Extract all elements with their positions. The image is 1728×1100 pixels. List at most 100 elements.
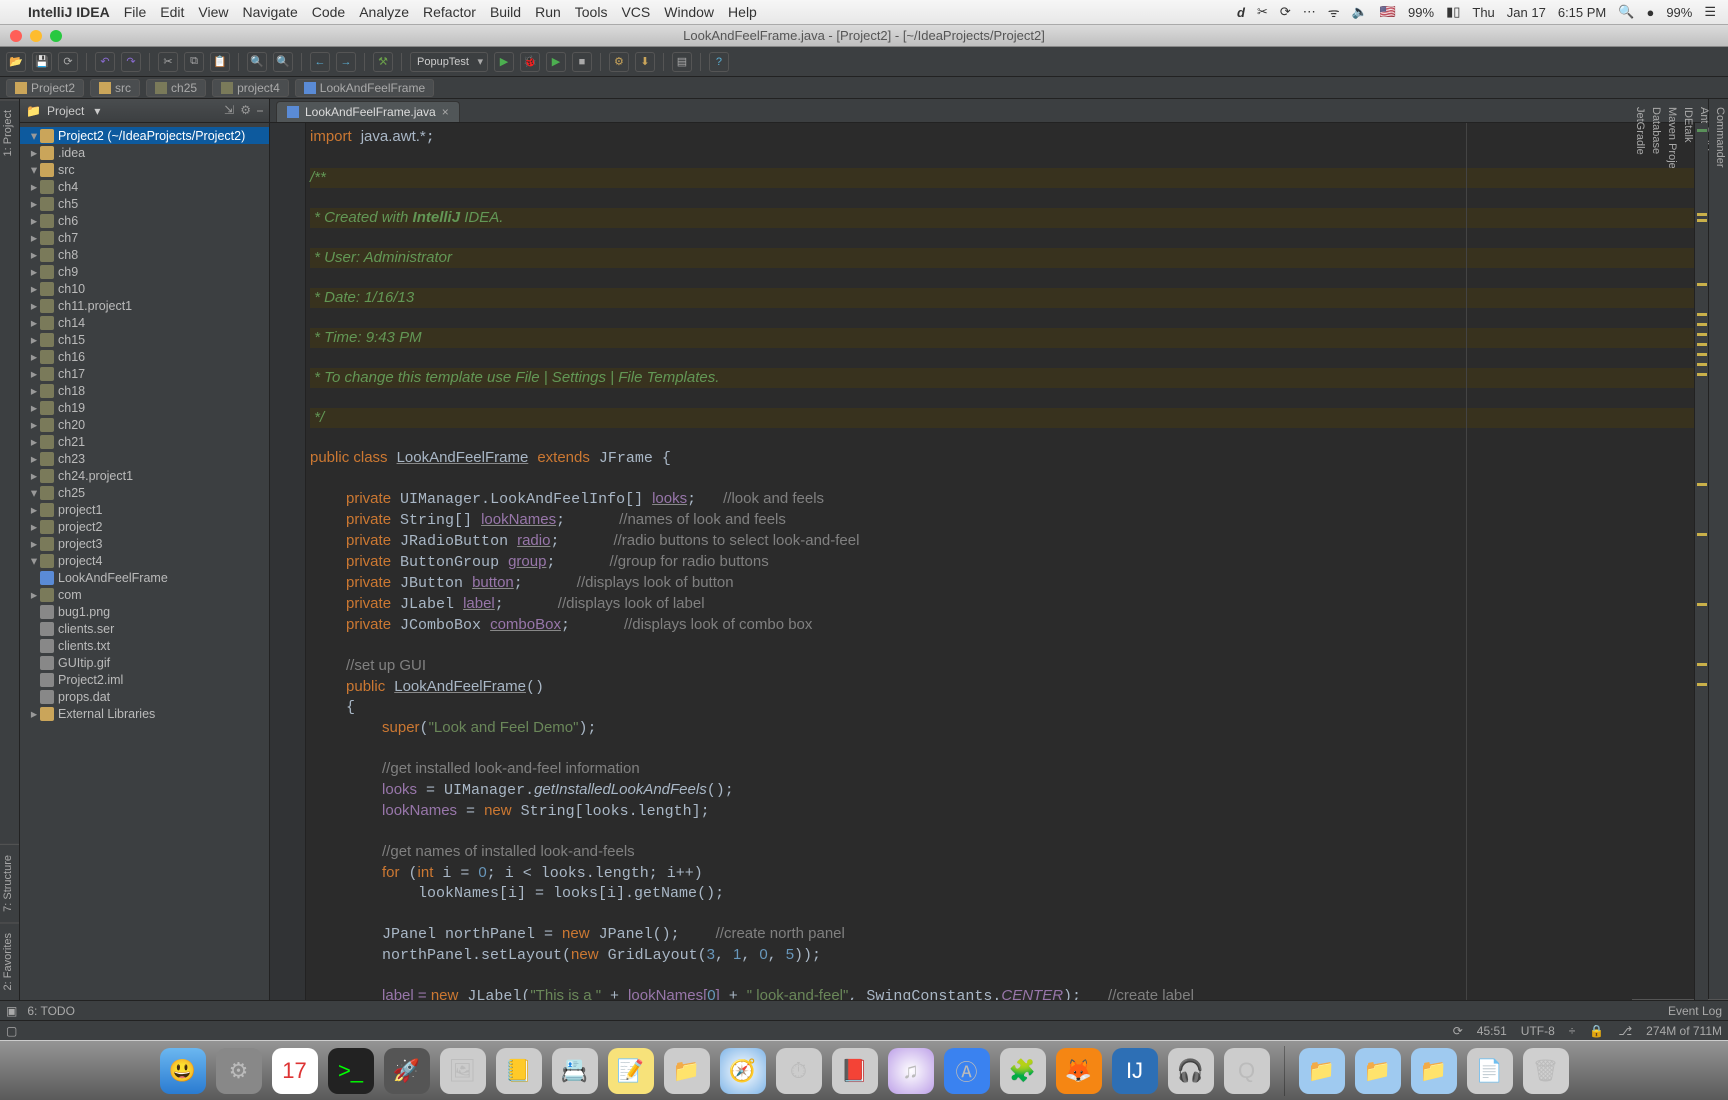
battery-icon[interactable]: ▮▯: [1446, 4, 1460, 20]
close-tab-icon[interactable]: ×: [442, 105, 449, 119]
marker[interactable]: [1697, 219, 1707, 222]
run-icon[interactable]: ▶: [494, 52, 514, 72]
tree-row[interactable]: ▸project1: [20, 501, 269, 518]
sync-icon[interactable]: ⟳: [58, 52, 78, 72]
dock-intellij[interactable]: IJ: [1112, 1048, 1158, 1094]
dock-itunes[interactable]: ♫: [888, 1048, 934, 1094]
menu-code[interactable]: Code: [312, 4, 345, 20]
tab-eventlog[interactable]: Event Log: [1668, 1004, 1722, 1018]
more-icon[interactable]: ⋯: [1303, 4, 1316, 20]
dock-app[interactable]: ⏱: [776, 1048, 822, 1094]
volume-icon[interactable]: 🔈: [1352, 4, 1368, 20]
tree-row[interactable]: ▸ch14: [20, 314, 269, 331]
marker[interactable]: [1697, 333, 1707, 336]
tree-row[interactable]: ▸.idea: [20, 144, 269, 161]
tree-row[interactable]: ▸ch8: [20, 246, 269, 263]
menu-window[interactable]: Window: [664, 4, 714, 20]
back-icon[interactable]: ←: [310, 52, 330, 72]
tree-row[interactable]: ▸ch24.project1: [20, 467, 269, 484]
menu-tools[interactable]: Tools: [575, 4, 608, 20]
tree-row[interactable]: ▾project4: [20, 552, 269, 569]
help-icon[interactable]: ?: [709, 52, 729, 72]
menu-edit[interactable]: Edit: [160, 4, 184, 20]
save-icon[interactable]: 💾: [32, 52, 52, 72]
dock-stickies[interactable]: 📝: [608, 1048, 654, 1094]
marker[interactable]: [1697, 129, 1707, 132]
stop-icon[interactable]: ■: [572, 52, 592, 72]
marker[interactable]: [1697, 353, 1707, 356]
tree-row[interactable]: ▸project3: [20, 535, 269, 552]
chevron-down-icon[interactable]: ▾: [94, 104, 100, 118]
tree-row[interactable]: ▸ch17: [20, 365, 269, 382]
tree-row[interactable]: GUItip.gif: [20, 654, 269, 671]
notif-icon[interactable]: ☰: [1704, 4, 1716, 20]
tree-row[interactable]: ▸project2: [20, 518, 269, 535]
wifi-icon[interactable]: ᯤ: [1328, 3, 1340, 21]
crumb-project[interactable]: Project2: [6, 79, 84, 97]
tree-row[interactable]: ▸ch21: [20, 433, 269, 450]
tree-row[interactable]: ▸ch23: [20, 450, 269, 467]
dock-quicktime[interactable]: Q: [1224, 1048, 1270, 1094]
tab-commander[interactable]: Commander: [1712, 99, 1728, 1000]
tree-row[interactable]: clients.ser: [20, 620, 269, 637]
git-icon[interactable]: ⎇: [1618, 1024, 1632, 1038]
dock-finder[interactable]: 😃: [160, 1048, 206, 1094]
menu-navigate[interactable]: Navigate: [242, 4, 297, 20]
tree-row[interactable]: ▸ch7: [20, 229, 269, 246]
tab-project[interactable]: 1: Project: [0, 99, 19, 166]
tree-row[interactable]: ▸ch4: [20, 178, 269, 195]
replace-icon[interactable]: 🔍: [273, 52, 293, 72]
make-icon[interactable]: ⚒: [373, 52, 393, 72]
tree-row[interactable]: ▸ch16: [20, 348, 269, 365]
editor-gutter[interactable]: [270, 123, 306, 1000]
forward-icon[interactable]: →: [336, 52, 356, 72]
tree-row[interactable]: Project2.iml: [20, 671, 269, 688]
hide-icon[interactable]: ⎯: [257, 103, 263, 118]
dock-calendar[interactable]: 17: [272, 1048, 318, 1094]
crumb-ch25[interactable]: ch25: [146, 79, 206, 97]
marker[interactable]: [1697, 373, 1707, 376]
avd-icon[interactable]: ⚙: [609, 52, 629, 72]
dock-app[interactable]: 🧩: [1000, 1048, 1046, 1094]
app-name[interactable]: IntelliJ IDEA: [28, 4, 110, 20]
menu-refactor[interactable]: Refactor: [423, 4, 476, 20]
tree-row[interactable]: bug1.png: [20, 603, 269, 620]
redo-icon[interactable]: ↷: [121, 52, 141, 72]
coverage-icon[interactable]: ▶: [546, 52, 566, 72]
marker[interactable]: [1697, 683, 1707, 686]
settings-icon[interactable]: ⚙: [240, 103, 251, 118]
code-editor[interactable]: import java.awt.*; /** * Created with In…: [306, 123, 1694, 1000]
dock-app[interactable]: 📁: [664, 1048, 710, 1094]
menu-view[interactable]: View: [198, 4, 228, 20]
tree-row[interactable]: ▸com: [20, 586, 269, 603]
dock-terminal[interactable]: >_: [328, 1048, 374, 1094]
menu-help[interactable]: Help: [728, 4, 757, 20]
tree-row[interactable]: ▸ch18: [20, 382, 269, 399]
marker[interactable]: [1697, 283, 1707, 286]
status-icon[interactable]: ▢: [6, 1024, 17, 1038]
crumb-class[interactable]: LookAndFeelFrame: [295, 79, 434, 97]
status-d-icon[interactable]: d: [1237, 5, 1245, 20]
marker[interactable]: [1697, 533, 1707, 536]
lock-icon[interactable]: 🔒: [1589, 1024, 1604, 1038]
tree-row[interactable]: ▸ch20: [20, 416, 269, 433]
zoom-window-icon[interactable]: [50, 30, 62, 42]
dock-app[interactable]: ⚙: [216, 1048, 262, 1094]
tree-row[interactable]: ▾Project2 (~/IdeaProjects/Project2): [20, 127, 269, 144]
dock-app[interactable]: 📕: [832, 1048, 878, 1094]
dock-folder[interactable]: 📁: [1299, 1048, 1345, 1094]
tree-row[interactable]: clients.txt: [20, 637, 269, 654]
project-tree[interactable]: ▾Project2 (~/IdeaProjects/Project2)▸.ide…: [20, 123, 269, 1000]
tree-row[interactable]: ▸ch10: [20, 280, 269, 297]
dock-app[interactable]: 📒: [496, 1048, 542, 1094]
tree-row[interactable]: LookAndFeelFrame: [20, 569, 269, 586]
collapse-icon[interactable]: ⇲: [224, 103, 234, 118]
marker[interactable]: [1697, 313, 1707, 316]
marker[interactable]: [1697, 663, 1707, 666]
insert-mode-icon[interactable]: ÷: [1569, 1024, 1576, 1038]
tree-row[interactable]: ▸ch15: [20, 331, 269, 348]
memory-indicator[interactable]: 274M of 711M: [1646, 1024, 1722, 1038]
editor-tab[interactable]: LookAndFeelFrame.java ×: [276, 101, 460, 122]
sdk-icon[interactable]: ⬇: [635, 52, 655, 72]
dock-appstore[interactable]: Ⓐ: [944, 1048, 990, 1094]
